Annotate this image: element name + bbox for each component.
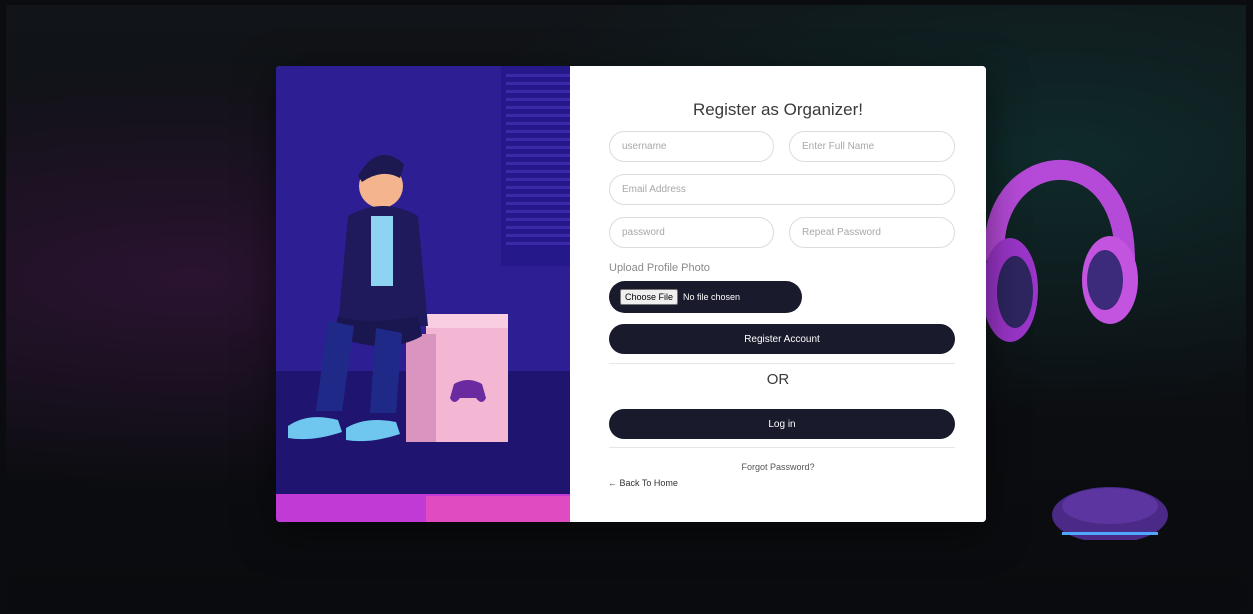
password-input[interactable] xyxy=(609,217,774,248)
username-input[interactable] xyxy=(609,131,774,162)
register-form: Register as Organizer! Upload Profile Ph… xyxy=(570,66,986,522)
headphones-illustration xyxy=(982,160,1138,342)
divider-top xyxy=(609,363,955,364)
file-status-text: No file chosen xyxy=(683,292,741,302)
speaker-illustration xyxy=(1052,487,1168,540)
register-card: Register as Organizer! Upload Profile Ph… xyxy=(276,66,986,522)
back-to-home-link[interactable]: ← Back To Home xyxy=(608,478,678,488)
gamer-illustration-art xyxy=(276,66,570,522)
gamer-illustration xyxy=(276,66,570,522)
register-account-button[interactable]: Register Account xyxy=(609,324,955,354)
or-separator: OR xyxy=(766,371,790,388)
form-title: Register as Organizer! xyxy=(692,100,864,119)
upload-photo-label: Upload Profile Photo xyxy=(609,262,710,274)
email-input[interactable] xyxy=(609,174,955,205)
login-button[interactable]: Log in xyxy=(609,409,955,439)
repeat-password-input[interactable] xyxy=(789,217,955,248)
profile-photo-file-input[interactable]: Choose File No file chosen xyxy=(609,281,802,313)
divider-bottom xyxy=(609,447,955,448)
forgot-password-link[interactable]: Forgot Password? xyxy=(570,462,986,472)
choose-file-button[interactable]: Choose File xyxy=(620,289,679,305)
full-name-input[interactable] xyxy=(789,131,955,162)
